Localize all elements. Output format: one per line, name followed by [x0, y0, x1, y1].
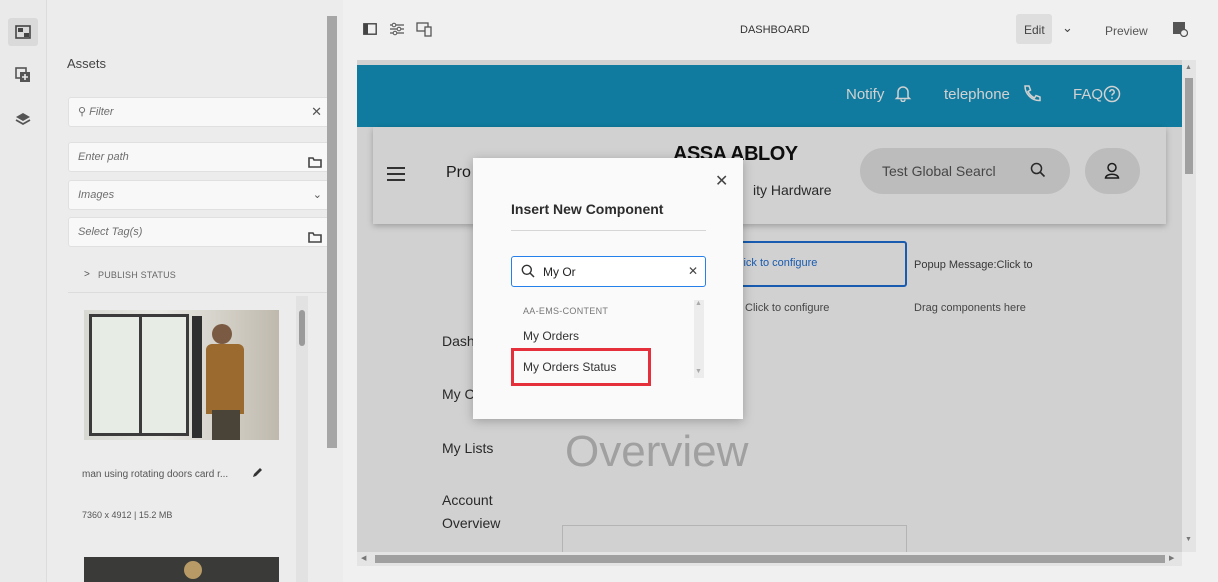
edit-pencil-icon[interactable]	[252, 467, 263, 481]
publish-status-label: PUBLISH STATUS	[98, 270, 176, 280]
list-scrollbar[interactable]: ▲ ▼	[694, 300, 704, 378]
properties-icon[interactable]	[389, 21, 405, 40]
edit-label: Edit	[1024, 23, 1045, 37]
canvas-vertical-scrollbar[interactable]: ▲ ▼	[1182, 60, 1196, 552]
dialog-title: Insert New Component	[511, 201, 664, 217]
folder-icon[interactable]	[308, 151, 322, 179]
insert-component-dialog: Insert New Component ✕ My Or ✕ AA-EMS-CO…	[473, 158, 743, 419]
layers-icon[interactable]	[12, 108, 34, 130]
chevron-down-icon: ⌄	[312, 189, 322, 201]
publish-status-toggle[interactable]: > PUBLISH STATUS	[68, 255, 331, 293]
preview-button[interactable]: Preview	[1105, 24, 1148, 38]
path-placeholder: Enter path	[78, 151, 129, 163]
search-icon: ⚲	[78, 106, 87, 118]
component-list: AA-EMS-CONTENT My Orders My Orders Statu…	[511, 292, 706, 386]
type-value: Images	[78, 189, 115, 201]
chevron-down-icon[interactable]: ⌄	[1062, 20, 1073, 36]
asset-thumbnail[interactable]	[84, 310, 279, 440]
results-scrollbar[interactable]	[296, 296, 308, 582]
group-label: AA-EMS-CONTENT	[523, 306, 609, 316]
edit-mode-button[interactable]: Edit	[1016, 14, 1052, 44]
scroll-left-icon[interactable]: ◀	[361, 554, 366, 562]
clear-icon[interactable]: ✕	[688, 264, 698, 278]
asset-meta: 7360 x 4912 | 15.2 MB	[82, 510, 173, 520]
asset-thumbnail[interactable]	[84, 557, 279, 582]
filter-placeholder: Filter	[89, 106, 114, 118]
chevron-right-icon: >	[84, 269, 90, 280]
canvas-horizontal-scrollbar[interactable]: ◀ ▶	[357, 552, 1182, 566]
emulator-icon[interactable]	[416, 21, 432, 40]
image-asset-icon[interactable]	[8, 18, 38, 46]
tags-input[interactable]: Select Tag(s)	[68, 217, 331, 247]
scroll-down-icon[interactable]: ▼	[1185, 536, 1192, 543]
title-divider	[511, 230, 706, 231]
filter-input[interactable]: ⚲ Filter ✕	[68, 97, 331, 127]
type-select[interactable]: Images ⌄	[68, 180, 331, 210]
close-icon[interactable]: ✕	[715, 171, 728, 191]
asset-name: man using rotating doors card r...	[82, 469, 229, 480]
list-item-label: My Orders Status	[523, 360, 617, 374]
add-components-icon[interactable]	[12, 64, 34, 86]
search-icon	[521, 264, 535, 281]
component-search-input[interactable]: My Or ✕	[511, 256, 706, 287]
tags-placeholder: Select Tag(s)	[78, 226, 143, 238]
search-value: My Or	[543, 265, 576, 279]
scroll-right-icon[interactable]: ▶	[1169, 554, 1174, 562]
page-info-icon[interactable]	[1172, 21, 1189, 40]
scroll-up-icon[interactable]: ▲	[1185, 64, 1192, 71]
editor-toolbar: DASHBOARD Edit ⌄ Preview	[343, 0, 1218, 60]
list-item[interactable]: My Orders	[523, 329, 579, 343]
panel-title: Assets	[67, 56, 107, 71]
side-rail	[0, 0, 47, 582]
side-panel-toggle-icon[interactable]	[363, 23, 377, 38]
panel-scrollbar[interactable]	[327, 6, 337, 576]
clear-icon[interactable]: ✕	[311, 98, 322, 126]
path-input[interactable]: Enter path	[68, 142, 331, 172]
scroll-down-icon[interactable]: ▼	[695, 368, 702, 375]
assets-panel: Assets ⚲ Filter ✕ Enter path Images ⌄ Se…	[47, 0, 343, 582]
scroll-up-icon[interactable]: ▲	[695, 300, 702, 307]
folder-icon[interactable]	[308, 226, 322, 254]
list-item-highlighted[interactable]: My Orders Status	[511, 348, 651, 386]
page-title: DASHBOARD	[740, 24, 810, 36]
